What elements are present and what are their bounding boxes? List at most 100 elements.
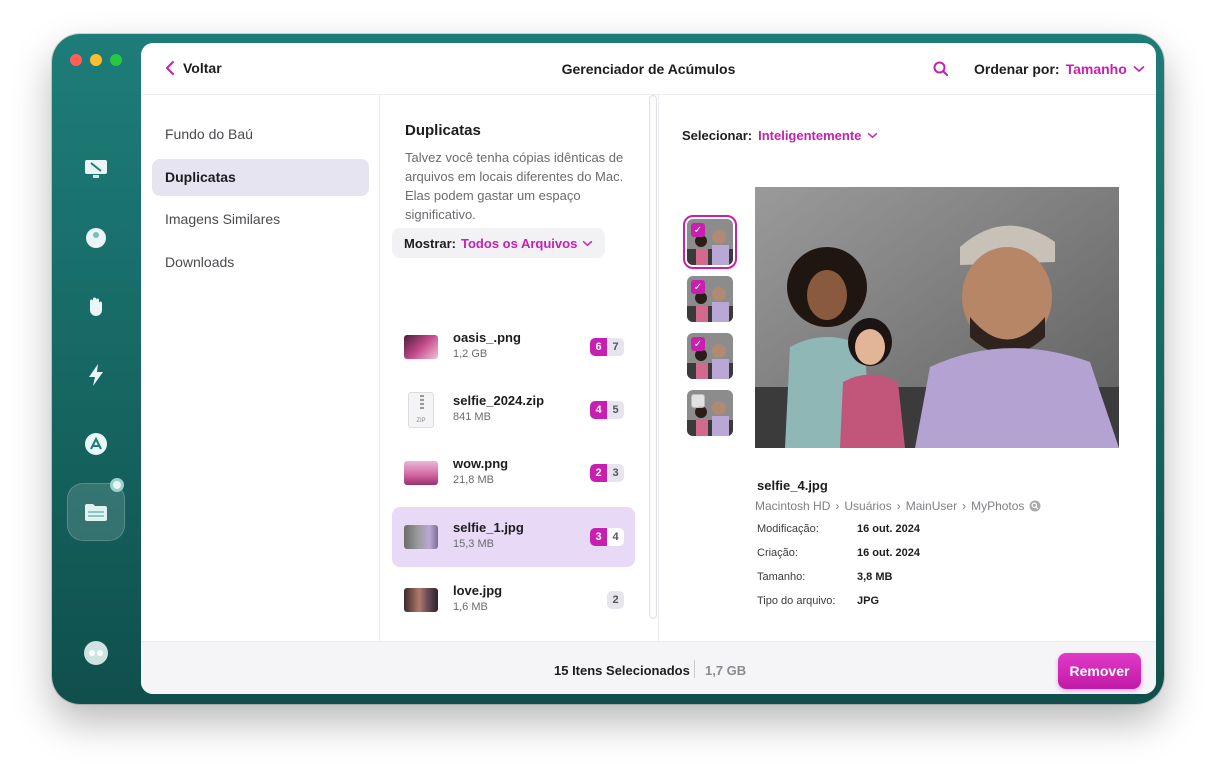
path-segment[interactable]: MyPhotos [971, 499, 1024, 513]
file-name: selfie_1.jpg [453, 520, 524, 535]
select-mode-dropdown[interactable]: Selecionar: Inteligentemente [682, 128, 878, 143]
meta-key: Tamanho: [757, 571, 806, 583]
file-size: 841 MB [453, 411, 491, 423]
checkbox-unchecked-icon[interactable] [691, 394, 705, 408]
path-segment[interactable]: Usuários [844, 499, 891, 513]
total-count: 4 [607, 528, 624, 546]
zip-archive-icon: ZIP [408, 392, 434, 428]
meta-value: JPG [857, 595, 880, 607]
zoom-window-button[interactable] [110, 54, 122, 66]
meta-key: Modificação: [757, 523, 819, 535]
file-name: selfie_2024.zip [453, 393, 545, 408]
back-button[interactable]: Voltar [165, 60, 222, 76]
copy-thumbnail[interactable] [687, 390, 733, 436]
selfie-photo-image [755, 187, 1119, 448]
file-row[interactable]: love.jpg 1,6 MB 2 [392, 570, 635, 630]
section-title: Duplicatas [405, 122, 481, 139]
selected-items-size: 1,7 GB [705, 663, 747, 678]
select-value: Inteligentemente [758, 128, 862, 143]
selected-count: 4 [590, 401, 607, 419]
meta-value: 16 out. 2024 [857, 523, 920, 535]
copy-thumbnail[interactable]: ✓ [687, 276, 733, 322]
chevron-down-icon [582, 240, 593, 246]
file-row[interactable]: wow.png 21,8 MB 2 3 [392, 443, 635, 503]
file-row[interactable]: oasis_.png 1,2 GB 6 7 [392, 317, 635, 377]
checkbox-checked-icon[interactable]: ✓ [691, 223, 705, 237]
reveal-in-finder-icon[interactable] [1029, 500, 1041, 512]
sidebar-item-imagens-similares[interactable]: Imagens Similares [152, 201, 369, 238]
sidebar-item-duplicatas[interactable]: Duplicatas [152, 159, 369, 196]
copy-thumbnail[interactable]: ✓ [687, 333, 733, 379]
selected-count: 6 [590, 338, 607, 356]
folder-files-icon [82, 498, 110, 526]
copies-badge: 6 7 [590, 338, 624, 356]
list-scrollbar[interactable] [649, 95, 657, 619]
sidebar-item-label: Imagens Similares [165, 211, 281, 227]
window-controls [70, 54, 122, 66]
selected-count: 2 [590, 464, 607, 482]
total-count: 2 [607, 591, 624, 609]
total-count: 3 [607, 464, 624, 482]
app-window: Voltar Gerenciador de Acúmulos Ordenar p… [52, 34, 1164, 704]
sort-label: Ordenar por: [974, 61, 1060, 77]
sidebar-item-downloads[interactable]: Downloads [152, 244, 369, 281]
copies-badge: 4 5 [590, 401, 624, 419]
image-thumbnail-icon [404, 525, 438, 549]
cleanup-monitor-icon[interactable] [82, 154, 110, 182]
file-row-selected[interactable]: selfie_1.jpg 15,3 MB 3 4 [392, 507, 635, 567]
sidebar-item-label: Duplicatas [165, 169, 236, 185]
file-name: love.jpg [453, 583, 503, 598]
copy-thumbnail[interactable]: ✓ [683, 215, 737, 269]
file-row[interactable]: ZIP selfie_2024.zip 841 MB 4 5 [392, 380, 635, 440]
show-filter-dropdown[interactable]: Mostrar: Todos os Arquivos [392, 228, 606, 258]
selected-count: 3 [590, 528, 607, 546]
file-name: oasis_.png [453, 330, 521, 345]
image-thumbnail-icon [404, 335, 438, 359]
path-segment[interactable]: MainUser [906, 499, 957, 513]
performance-bolt-icon[interactable] [82, 361, 110, 389]
copies-badge: 2 [607, 591, 624, 609]
show-value: Todos os Arquivos [461, 235, 578, 251]
checkbox-checked-icon[interactable]: ✓ [691, 337, 705, 351]
image-thumbnail-icon [404, 588, 438, 612]
selected-items-count: 15 Itens Selecionados [554, 663, 690, 678]
preview-file-name: selfie_4.jpg [757, 478, 828, 493]
meta-value: 3,8 MB [857, 571, 893, 583]
sidebar-item-label: Downloads [165, 254, 235, 270]
copies-badge: 2 3 [590, 464, 624, 482]
file-size: 15,3 MB [453, 538, 494, 550]
sidebar-item-fundo-do-bau[interactable]: Fundo do Baú [152, 116, 369, 153]
sort-dropdown[interactable]: Ordenar por: Tamanho [974, 61, 1145, 77]
chevron-right-icon: › [962, 499, 967, 513]
path-segment[interactable]: Macintosh HD [755, 499, 830, 513]
hand-privacy-icon[interactable] [82, 292, 110, 320]
chevron-right-icon: › [896, 499, 901, 513]
meta-value: 16 out. 2024 [857, 547, 920, 559]
close-window-button[interactable] [70, 54, 82, 66]
remove-button[interactable]: Remover [1058, 653, 1141, 689]
toolbar: Voltar Gerenciador de Acúmulos Ordenar p… [141, 43, 1156, 95]
detail-pane: Selecionar: Inteligentemente ✓ ✓ ✓ selfi… [660, 95, 1156, 641]
file-name: wow.png [453, 456, 509, 471]
status-dot-icon [110, 478, 124, 492]
checkbox-checked-icon[interactable]: ✓ [691, 280, 705, 294]
zip-label: ZIP [416, 418, 426, 424]
file-size: 1,2 GB [453, 348, 488, 360]
applications-icon[interactable] [82, 430, 110, 458]
search-button[interactable] [932, 60, 950, 78]
search-icon [933, 61, 948, 76]
copies-badge: 3 4 [590, 528, 624, 546]
image-thumbnail-icon [404, 461, 438, 485]
section-description: Talvez você tenha cópias idênticas de ar… [405, 150, 624, 222]
file-size: 21,8 MB [453, 474, 494, 486]
chevron-right-icon: › [835, 499, 840, 513]
breadcrumb: Macintosh HD › Usuários › MainUser › MyP… [755, 499, 1041, 513]
footer-bar: 15 Itens Selecionados 1,7 GB Remover [141, 641, 1156, 694]
chevron-down-icon [1133, 65, 1145, 73]
show-label: Mostrar: [404, 235, 457, 251]
protection-icon[interactable] [82, 224, 110, 252]
sort-value: Tamanho [1065, 61, 1127, 77]
duplicates-list-pane: Duplicatas Talvez você tenha cópias idên… [381, 95, 659, 641]
assistant-icon[interactable] [82, 639, 110, 667]
minimize-window-button[interactable] [90, 54, 102, 66]
